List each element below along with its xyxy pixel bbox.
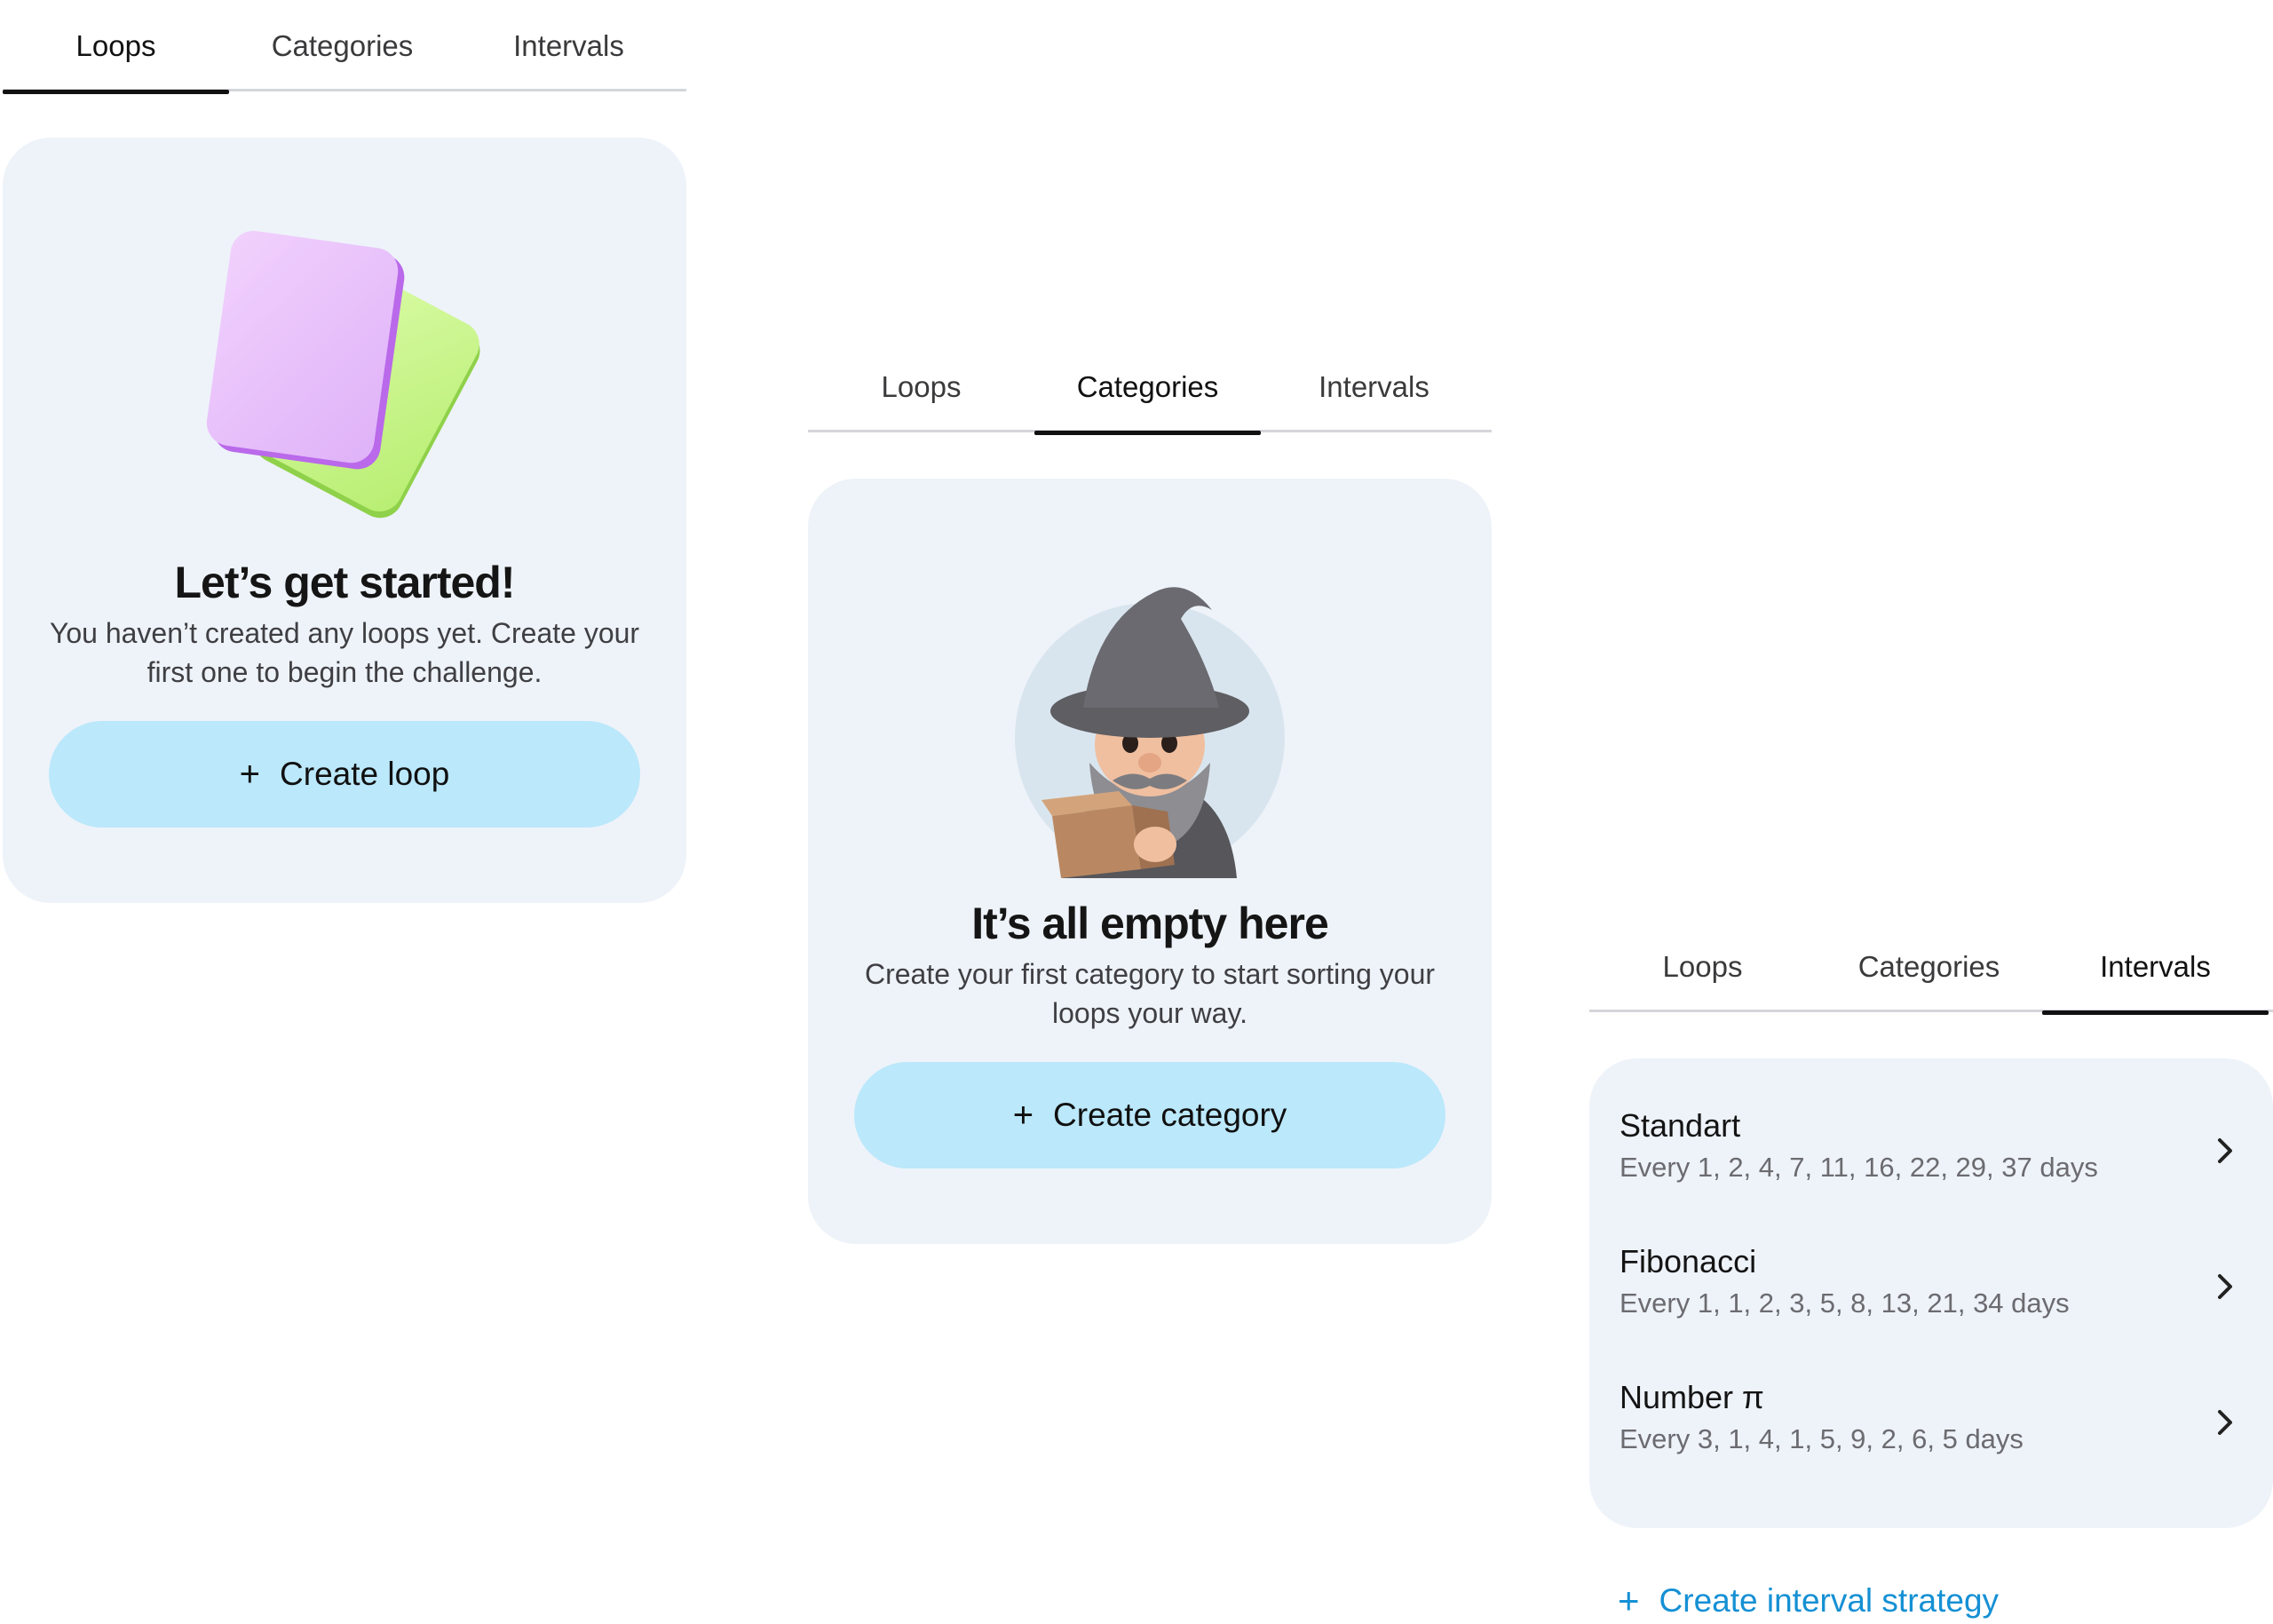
interval-name: Number π <box>1620 1379 1764 1415</box>
plus-icon: + <box>1012 1096 1034 1135</box>
interval-item-fibonacci[interactable]: Fibonacci Every 1, 1, 2, 3, 5, 8, 13, 21… <box>1589 1230 2273 1366</box>
interval-description: Every 1, 2, 4, 7, 11, 16, 22, 29, 37 day… <box>1620 1152 2098 1183</box>
chevron-right-icon <box>2218 1274 2232 1299</box>
create-loop-button[interactable]: + Create loop <box>49 721 640 828</box>
tab-intervals[interactable]: Intervals <box>1261 341 1487 432</box>
interval-description: Every 3, 1, 4, 1, 5, 9, 2, 6, 5 days <box>1620 1423 2024 1454</box>
create-interval-strategy-label: Create interval strategy <box>1659 1582 2000 1619</box>
tab-intervals[interactable]: Intervals <box>455 0 682 91</box>
create-category-button[interactable]: + Create category <box>854 1062 1445 1168</box>
plus-icon: + <box>239 755 261 794</box>
loops-panel: Loops Categories Intervals Let’s get sta… <box>3 0 686 903</box>
interval-item-standart[interactable]: Standart Every 1, 2, 4, 7, 11, 16, 22, 2… <box>1589 1094 2273 1230</box>
create-interval-strategy-button[interactable]: + Create interval strategy <box>1589 1580 2273 1622</box>
tab-loops[interactable]: Loops <box>1589 921 1816 1012</box>
intervals-panel: Loops Categories Intervals Standart Ever… <box>1589 921 2273 1622</box>
tab-bar: Loops Categories Intervals <box>3 0 686 94</box>
empty-state-card: It’s all empty here Create your first ca… <box>808 479 1492 1244</box>
tab-loops[interactable]: Loops <box>3 0 229 94</box>
tab-categories[interactable]: Categories <box>1034 341 1261 435</box>
interval-item-number-pi[interactable]: Number π Every 3, 1, 4, 1, 5, 9, 2, 6, 5… <box>1589 1366 2273 1501</box>
tab-categories[interactable]: Categories <box>229 0 455 91</box>
stacked-cards-illustration <box>206 230 480 519</box>
tab-categories[interactable]: Categories <box>1816 921 2042 1012</box>
create-loop-label: Create loop <box>280 756 450 792</box>
interval-list: Standart Every 1, 2, 4, 7, 11, 16, 22, 2… <box>1589 1058 2273 1528</box>
tab-bar: Loops Categories Intervals <box>1589 921 2273 1015</box>
interval-name: Fibonacci <box>1620 1243 1757 1279</box>
create-category-label: Create category <box>1053 1097 1287 1133</box>
sad-wizard-illustration <box>1015 587 1285 878</box>
plus-icon: + <box>1618 1580 1640 1621</box>
empty-state-message: You haven’t created any loops yet. Creat… <box>49 617 640 688</box>
tab-bar: Loops Categories Intervals <box>808 341 1492 435</box>
tab-intervals[interactable]: Intervals <box>2042 921 2269 1015</box>
interval-name: Standart <box>1620 1107 1741 1144</box>
interval-description: Every 1, 1, 2, 3, 5, 8, 13, 21, 34 days <box>1620 1287 2070 1319</box>
empty-state-title: It’s all empty here <box>971 899 1329 948</box>
categories-panel: Loops Categories Intervals It’s all empt… <box>808 341 1492 1244</box>
empty-state-title: Let’s get started! <box>174 558 515 607</box>
empty-state-card: Let’s get started! You haven’t created a… <box>3 138 686 903</box>
tab-loops[interactable]: Loops <box>808 341 1034 432</box>
empty-state-message: Create your first category to start sort… <box>864 958 1436 1029</box>
chevron-right-icon <box>2218 1410 2232 1435</box>
chevron-right-icon <box>2218 1138 2232 1163</box>
